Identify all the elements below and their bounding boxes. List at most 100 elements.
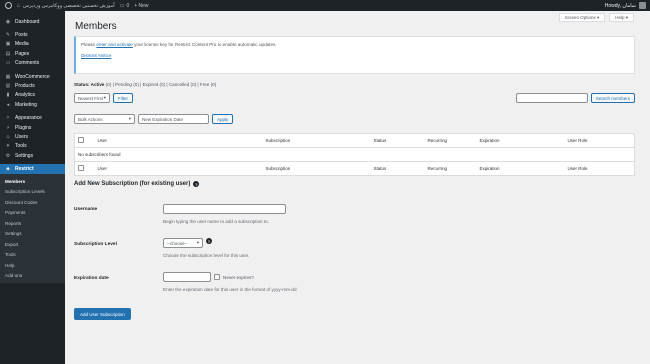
- column-user[interactable]: User: [94, 133, 263, 148]
- new-content-link[interactable]: + New: [134, 3, 148, 9]
- submenu-item-help[interactable]: Help: [0, 260, 65, 271]
- appearance-icon: ✧: [5, 115, 11, 122]
- help-button[interactable]: Help ▾: [609, 13, 634, 22]
- never-expires-checkbox[interactable]: [214, 274, 220, 280]
- sidebar-item-label: Users: [15, 133, 29, 140]
- submenu-item-members[interactable]: Members: [0, 176, 65, 187]
- comments-icon: ▭: [5, 60, 11, 67]
- sort-select[interactable]: Newest First ▾: [74, 93, 110, 103]
- sidebar-item-label: Settings: [15, 152, 34, 159]
- sidebar-item-analytics[interactable]: ▮ Analytics: [0, 91, 65, 100]
- users-icon: ☺: [5, 133, 11, 140]
- sidebar-item-plugins[interactable]: ⚡ Plugins: [0, 123, 65, 132]
- username-input[interactable]: [163, 204, 286, 214]
- column-status[interactable]: Status: [370, 133, 425, 148]
- notice-text: Please enter and activate your license k…: [81, 42, 277, 47]
- filter-button[interactable]: Filter: [113, 93, 133, 103]
- wordpress-logo-icon[interactable]: [5, 2, 12, 9]
- submenu-item-subscription-levels[interactable]: Subscription Levels: [0, 186, 65, 197]
- select-all-checkbox-footer[interactable]: [78, 165, 84, 171]
- status-active[interactable]: Status: Active: [74, 82, 104, 87]
- expiration-date-field[interactable]: [163, 272, 211, 282]
- sidebar-item-label: Posts: [15, 32, 28, 39]
- sidebar-item-media[interactable]: ▣ Media: [0, 40, 65, 49]
- column-user-footer[interactable]: User: [94, 161, 263, 176]
- search-input[interactable]: [515, 93, 588, 103]
- bulk-actions-select[interactable]: Bulk Actions ▾: [74, 114, 135, 124]
- submenu-item-add-ons[interactable]: Add-ons: [0, 270, 65, 281]
- site-name[interactable]: آموزش نخستین تخصصی ووکامرس وردپرس: [23, 3, 115, 9]
- bulk-actions-row: Bulk Actions ▾ New Expiration Date Apply: [74, 114, 234, 124]
- empty-message: No subscribers found: [74, 147, 635, 162]
- sidebar-item-tools[interactable]: ✦ Tools: [0, 142, 65, 151]
- sidebar-item-label: Products: [15, 83, 35, 90]
- select-all-checkbox[interactable]: [78, 137, 84, 143]
- sidebar-item-label: Tools: [15, 143, 27, 150]
- sidebar-item-pages[interactable]: ▤ Pages: [0, 49, 65, 58]
- sidebar-item-comments[interactable]: ▭ Comments: [0, 59, 65, 68]
- column-recurring[interactable]: Recurring: [424, 133, 477, 148]
- apply-button[interactable]: Apply: [212, 114, 234, 124]
- sidebar-item-appearance[interactable]: ✧ Appearance: [0, 114, 65, 123]
- search-box: Search members: [515, 93, 635, 103]
- submenu-item-export[interactable]: Export: [0, 239, 65, 250]
- pages-icon: ▤: [5, 50, 11, 57]
- table-row: No subscribers found: [74, 147, 635, 162]
- plugins-icon: ⚡: [6, 124, 10, 131]
- column-subscription[interactable]: Subscription: [262, 133, 371, 148]
- submenu-item-settings[interactable]: Settings: [0, 228, 65, 239]
- username-label: Username: [74, 207, 98, 212]
- media-icon: ▣: [5, 41, 11, 48]
- submenu-item-tools[interactable]: Tools: [0, 249, 65, 260]
- analytics-icon: ▮: [6, 92, 10, 99]
- home-icon[interactable]: ⌂ آموزش نخستین تخصصی ووکامرس وردپرس: [17, 3, 115, 9]
- expiration-date-description: Enter the expiration date for this user …: [163, 287, 297, 292]
- comments-link[interactable]: ▭ 0: [120, 3, 130, 9]
- dismiss-notice-link[interactable]: Dismiss Notice: [81, 53, 111, 58]
- sidebar-item-dashboard[interactable]: ◉ Dashboard: [0, 17, 65, 26]
- add-user-subscription-button[interactable]: Add User Subscription: [74, 308, 131, 320]
- sidebar-item-woocommerce[interactable]: ▦ WooCommerce: [0, 72, 65, 81]
- dashboard-icon: ◉: [5, 18, 11, 25]
- admin-sidebar: ◉ Dashboard ✎ Posts ▣ Media ▤ Pages ▭ Comments ▦ Wo…: [0, 11, 65, 364]
- page-title: Members: [75, 21, 117, 32]
- sidebar-item-label: WooCommerce: [15, 73, 50, 80]
- sidebar-item-products[interactable]: ▥ Products: [0, 81, 65, 90]
- screen-options-button[interactable]: Screen Options ▾: [558, 13, 606, 22]
- sidebar-item-label: Marketing: [15, 101, 37, 108]
- license-notice: Please enter and activate your license k…: [74, 36, 635, 74]
- column-user-role[interactable]: User Role: [564, 133, 635, 148]
- sidebar-item-users[interactable]: ☺ Users: [0, 132, 65, 141]
- submenu-item-reports[interactable]: Reports: [0, 218, 65, 229]
- search-members-button[interactable]: Search members: [590, 93, 635, 103]
- settings-icon: ⚙: [5, 152, 11, 159]
- help-icon[interactable]: ?: [206, 238, 212, 244]
- column-recurring-footer[interactable]: Recurring: [424, 161, 477, 176]
- chevron-down-icon: ▾: [196, 240, 199, 245]
- column-expiration[interactable]: Expiration: [476, 133, 565, 148]
- license-link[interactable]: enter and activate: [96, 42, 133, 47]
- help-icon[interactable]: ?: [193, 181, 200, 187]
- column-expiration-footer[interactable]: Expiration: [476, 161, 565, 176]
- sidebar-item-marketing[interactable]: ◂ Marketing: [0, 100, 65, 109]
- status-other-links[interactable]: | Pending (0) | Expired (0) | Cancelled …: [113, 82, 217, 87]
- sidebar-item-label: Restrict: [15, 166, 34, 173]
- submenu-item-discount-codes[interactable]: Discount Codes: [0, 197, 65, 208]
- sidebar-item-label: Pages: [15, 50, 30, 57]
- active-count: (0): [105, 82, 112, 87]
- sidebar-item-settings[interactable]: ⚙ Settings: [0, 151, 65, 160]
- sidebar-item-restrict[interactable]: ◈ Restrict: [0, 164, 65, 174]
- column-status-footer[interactable]: Status: [370, 161, 425, 176]
- table-header-row: User Subscription Status Recurring Expir…: [74, 133, 635, 148]
- chevron-down-icon: ▾: [128, 116, 131, 121]
- user-menu[interactable]: Howdy, سامان: [605, 2, 646, 9]
- sidebar-item-label: Appearance: [15, 115, 42, 122]
- column-user-role-footer[interactable]: User Role: [564, 161, 635, 176]
- subscription-level-select[interactable]: --choose-- ▾: [163, 238, 203, 248]
- never-expires-label: Never expires?: [223, 274, 254, 280]
- status-filter-links: Status: Active (0) | Pending (0) | Expir…: [74, 82, 216, 87]
- column-subscription-footer[interactable]: Subscription: [262, 161, 371, 176]
- sidebar-item-posts[interactable]: ✎ Posts: [0, 30, 65, 39]
- submenu-item-payments[interactable]: Payments: [0, 207, 65, 218]
- expiration-date-input[interactable]: New Expiration Date: [138, 114, 209, 124]
